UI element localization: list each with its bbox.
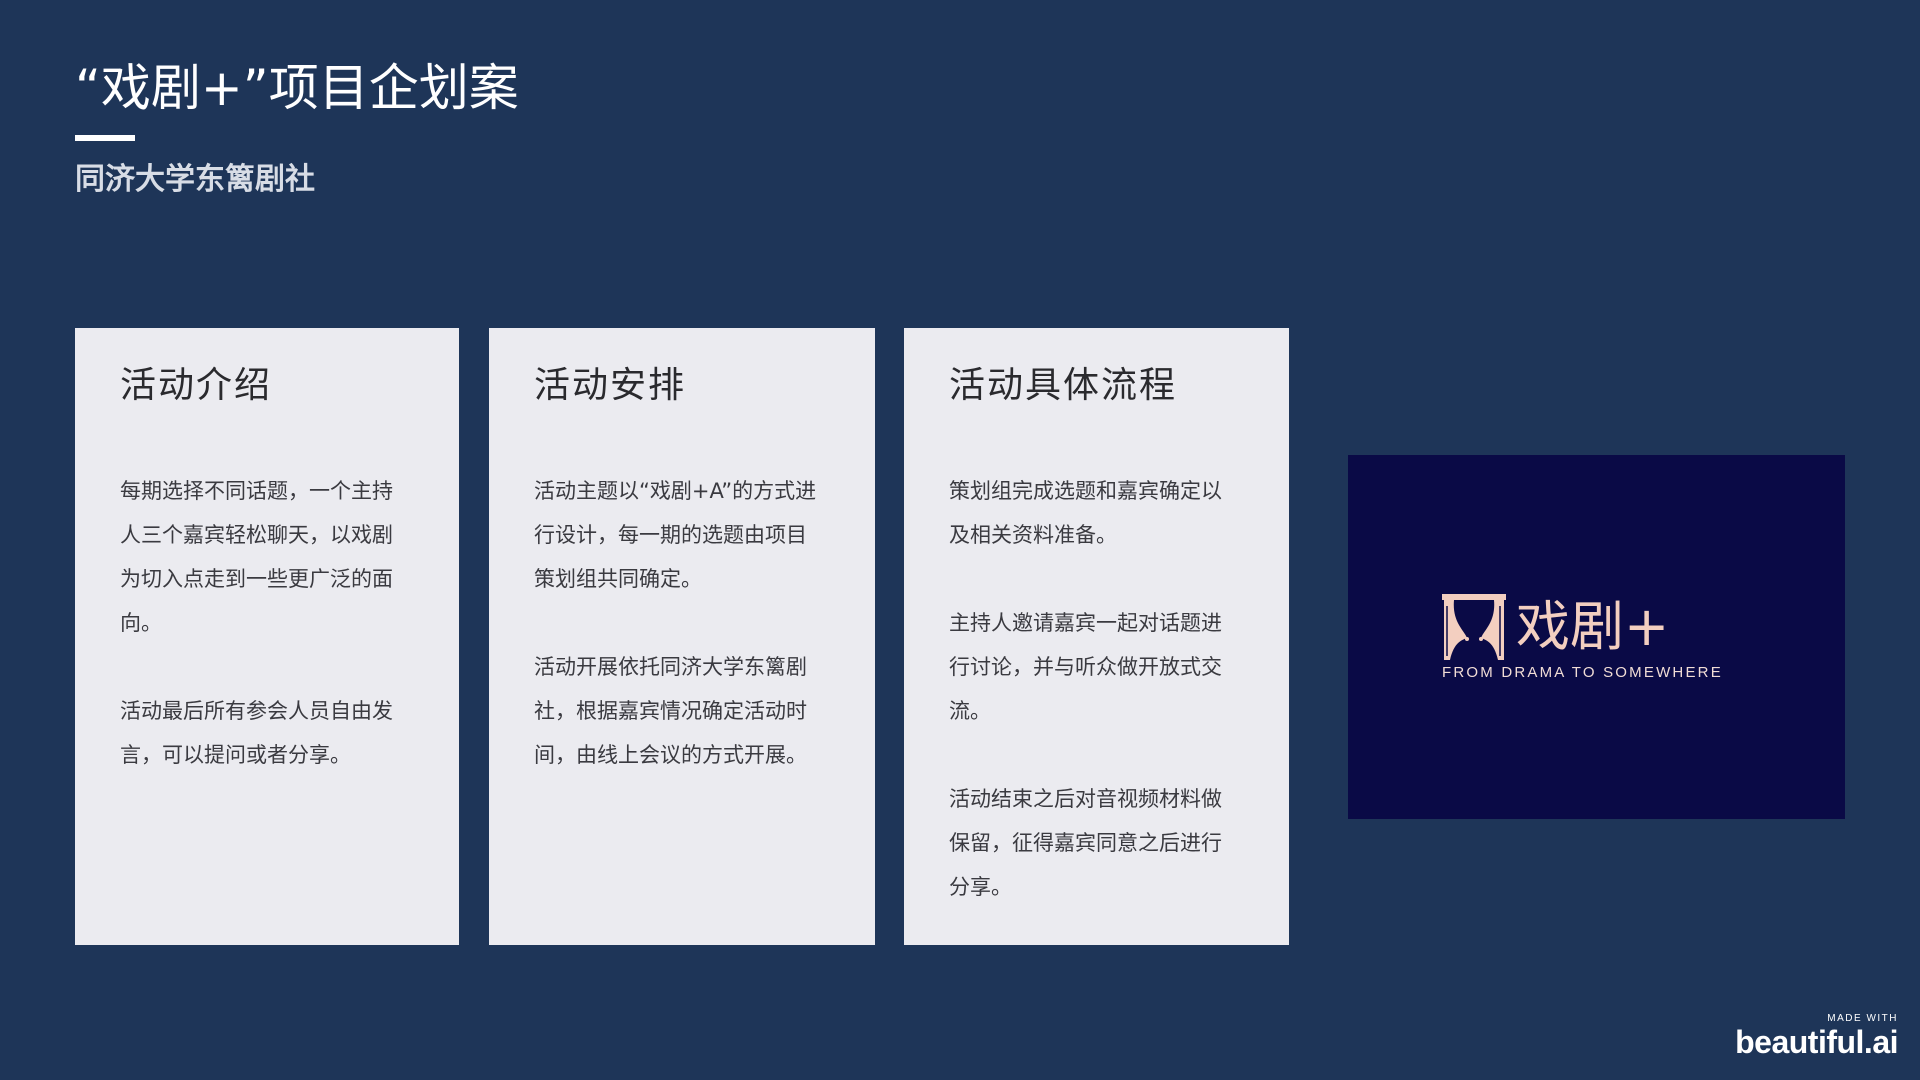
page-title: “戏剧+”项目企划案: [75, 59, 519, 117]
card-body: 每期选择不同话题，一个主持人三个嘉宾轻松聊天，以戏剧为切入点走到一些更广泛的面向…: [120, 469, 459, 777]
card-paragraph: 主持人邀请嘉宾一起对话题进行讨论，并与听众做开放式交流。: [949, 611, 1222, 724]
card-body: 策划组完成选题和嘉宾确定以及相关资料准备。 主持人邀请嘉宾一起对话题进行讨论，并…: [949, 469, 1289, 909]
logo-image: 戏剧+ FROM DRAMA TO SOMEWHERE: [1348, 455, 1845, 819]
made-with-label: MADE WITH: [1827, 1013, 1898, 1024]
card-paragraph: 活动开展依托同济大学东篱剧社，根据嘉宾情况确定活动时间，由线上会议的方式开展。: [534, 655, 807, 768]
card-title: 活动具体流程: [949, 365, 1178, 406]
card-paragraph: 活动主题以“戏剧+A”的方式进行设计，每一期的选题由项目策划组共同确定。: [534, 479, 817, 592]
card-title: 活动介绍: [120, 365, 273, 406]
curtain-icon: [1442, 594, 1506, 660]
card-activity-intro: 活动介绍 每期选择不同话题，一个主持人三个嘉宾轻松聊天，以戏剧为切入点走到一些更…: [75, 328, 459, 945]
title-underline: [75, 135, 135, 141]
brand-logo[interactable]: beautiful.ai: [1735, 1024, 1898, 1061]
logo-mark: 戏剧+: [1440, 592, 1669, 662]
card-body: 活动主题以“戏剧+A”的方式进行设计，每一期的选题由项目策划组共同确定。 活动开…: [534, 469, 875, 777]
logo-text: 戏剧+: [1516, 595, 1670, 658]
card-title: 活动安排: [534, 365, 687, 406]
logo-tagline: FROM DRAMA TO SOMEWHERE: [1442, 664, 1723, 681]
page-subtitle: 同济大学东篱剧社: [75, 162, 315, 197]
card-activity-process: 活动具体流程 策划组完成选题和嘉宾确定以及相关资料准备。 主持人邀请嘉宾一起对话…: [904, 328, 1289, 945]
card-activity-arrangement: 活动安排 活动主题以“戏剧+A”的方式进行设计，每一期的选题由项目策划组共同确定…: [489, 328, 875, 945]
card-paragraph: 每期选择不同话题，一个主持人三个嘉宾轻松聊天，以戏剧为切入点走到一些更广泛的面向…: [120, 479, 393, 636]
card-paragraph: 活动最后所有参会人员自由发言，可以提问或者分享。: [120, 699, 393, 768]
card-paragraph: 策划组完成选题和嘉宾确定以及相关资料准备。: [949, 479, 1222, 548]
card-paragraph: 活动结束之后对音视频材料做保留，征得嘉宾同意之后进行分享。: [949, 787, 1222, 900]
